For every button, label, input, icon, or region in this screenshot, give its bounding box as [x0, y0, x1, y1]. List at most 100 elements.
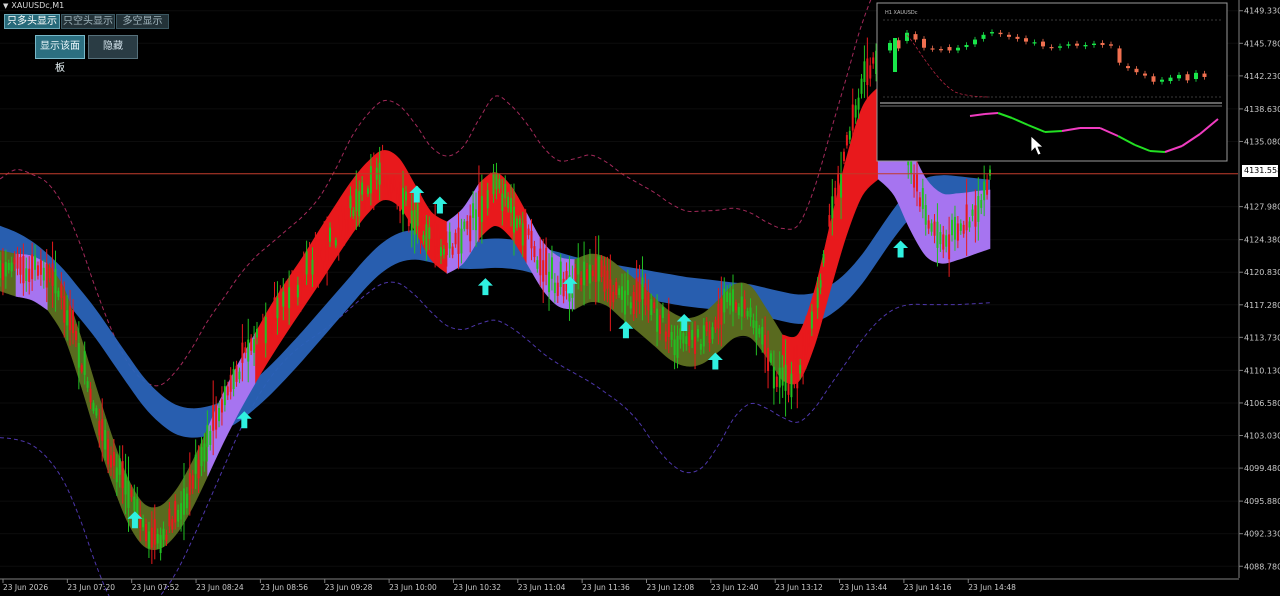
candle-body — [521, 223, 524, 246]
inset-panel[interactable]: H1 XAUUSDc — [876, 2, 1228, 162]
candle-body — [761, 326, 764, 345]
candle-body — [921, 188, 924, 210]
candle-body — [317, 256, 320, 277]
inset-title: H1 XAUUSDc — [885, 10, 918, 16]
candle-body — [171, 519, 174, 530]
candle-body — [802, 345, 805, 372]
hide-panel-button[interactable]: 隐藏 — [88, 35, 138, 59]
inset-frame — [876, 2, 1228, 162]
candle-body — [279, 290, 282, 302]
candle-body — [708, 329, 711, 343]
candle-body — [714, 319, 717, 330]
candle-body — [413, 209, 416, 235]
time-tick-label: 23 Jun 13:44 — [840, 583, 888, 592]
candle-body — [518, 218, 521, 225]
time-tick-label: 23 Jun 2026 — [3, 583, 48, 592]
short-only-button[interactable]: 只空头显示 — [61, 14, 115, 29]
candle-body — [752, 320, 755, 328]
candle-body — [550, 257, 553, 279]
candle-body — [542, 260, 545, 282]
candle-body — [746, 310, 749, 317]
candle-body — [688, 331, 691, 346]
time-tick-label: 23 Jun 13:12 — [775, 583, 823, 592]
candle-body — [825, 246, 828, 257]
candle-body — [153, 519, 156, 545]
candle-body — [209, 430, 212, 445]
candle-body — [174, 500, 177, 523]
candle-body — [218, 408, 221, 422]
candle-body — [842, 151, 845, 161]
candle-body — [296, 284, 299, 298]
candle-body — [977, 196, 980, 222]
candle-body — [13, 257, 16, 265]
candle-body — [962, 224, 965, 234]
candle-body — [597, 256, 600, 282]
candle-body — [220, 399, 223, 413]
inset-candle-body — [893, 38, 897, 72]
candle-body — [98, 420, 101, 436]
candle-body — [431, 228, 434, 239]
candle-body — [796, 364, 799, 389]
price-tick-label: 4110.130 — [1244, 366, 1280, 375]
candle-body — [869, 65, 872, 79]
candle-body — [60, 283, 63, 298]
candle-body — [696, 329, 699, 338]
candle-body — [244, 347, 247, 353]
candle-body — [953, 216, 956, 240]
inset-candle-body — [990, 32, 994, 34]
candle-body — [764, 334, 767, 355]
candle-body — [805, 329, 808, 355]
inset-candle-body — [1109, 44, 1113, 46]
candle-body — [51, 263, 54, 286]
price-tick-label: 4106.580 — [1244, 399, 1280, 408]
inset-candle-body — [1126, 66, 1130, 69]
time-tick-label: 23 Jun 12:40 — [711, 583, 759, 592]
time-tick-label: 23 Jun 11:36 — [582, 583, 630, 592]
candle-body — [729, 292, 732, 306]
price-tick-label: 4149.330 — [1244, 7, 1280, 16]
price-tick-label: 4099.480 — [1244, 464, 1280, 473]
inset-candle-body — [1066, 44, 1071, 46]
candle-body — [857, 97, 860, 110]
price-chart[interactable]: 4149.330 4145.780 4142.230 4138.630 4135.080… — [0, 0, 1280, 596]
candle-body — [288, 287, 291, 309]
price-tick-label: 4145.780 — [1244, 39, 1280, 48]
candle-body — [133, 496, 136, 511]
long-only-button[interactable]: 只多头显示 — [4, 14, 60, 29]
candle-body — [682, 332, 685, 344]
candle-body — [302, 259, 305, 280]
inset-candle-body — [964, 45, 969, 48]
candle-body — [740, 296, 743, 317]
candle-body — [489, 182, 492, 195]
candle-body — [331, 229, 334, 236]
candle-body — [691, 329, 694, 340]
dropdown-triangle-icon[interactable]: ▼ — [3, 2, 8, 10]
long-short-button[interactable]: 多空显示 — [116, 14, 169, 29]
candle-body — [545, 247, 548, 275]
candle-body — [606, 270, 609, 289]
candle-body — [507, 196, 510, 208]
candle-body — [603, 265, 606, 292]
time-tick-label: 23 Jun 08:56 — [260, 583, 308, 592]
inset-line-segment — [1044, 130, 1063, 133]
candle-body — [118, 458, 121, 475]
symbol-label: XAUUSDc,M1 — [11, 1, 65, 10]
candle-body — [939, 232, 942, 245]
candle-body — [31, 254, 34, 280]
candle-body — [583, 261, 586, 286]
candle-body — [185, 493, 188, 509]
candle-body — [530, 230, 533, 249]
candle-body — [778, 367, 781, 388]
inset-candle-body — [1177, 74, 1181, 79]
candle-body — [915, 174, 918, 192]
candle-body — [299, 279, 302, 297]
candle-body — [311, 259, 314, 275]
candle-body — [437, 230, 440, 248]
price-tick-label: 4092.330 — [1244, 530, 1280, 539]
candle-body — [913, 174, 916, 188]
candle-body — [533, 246, 536, 258]
show-panel-button[interactable]: 显示该面板 — [35, 35, 85, 74]
candle-body — [390, 183, 393, 193]
candle-body — [679, 328, 682, 340]
candle-body — [147, 531, 150, 549]
